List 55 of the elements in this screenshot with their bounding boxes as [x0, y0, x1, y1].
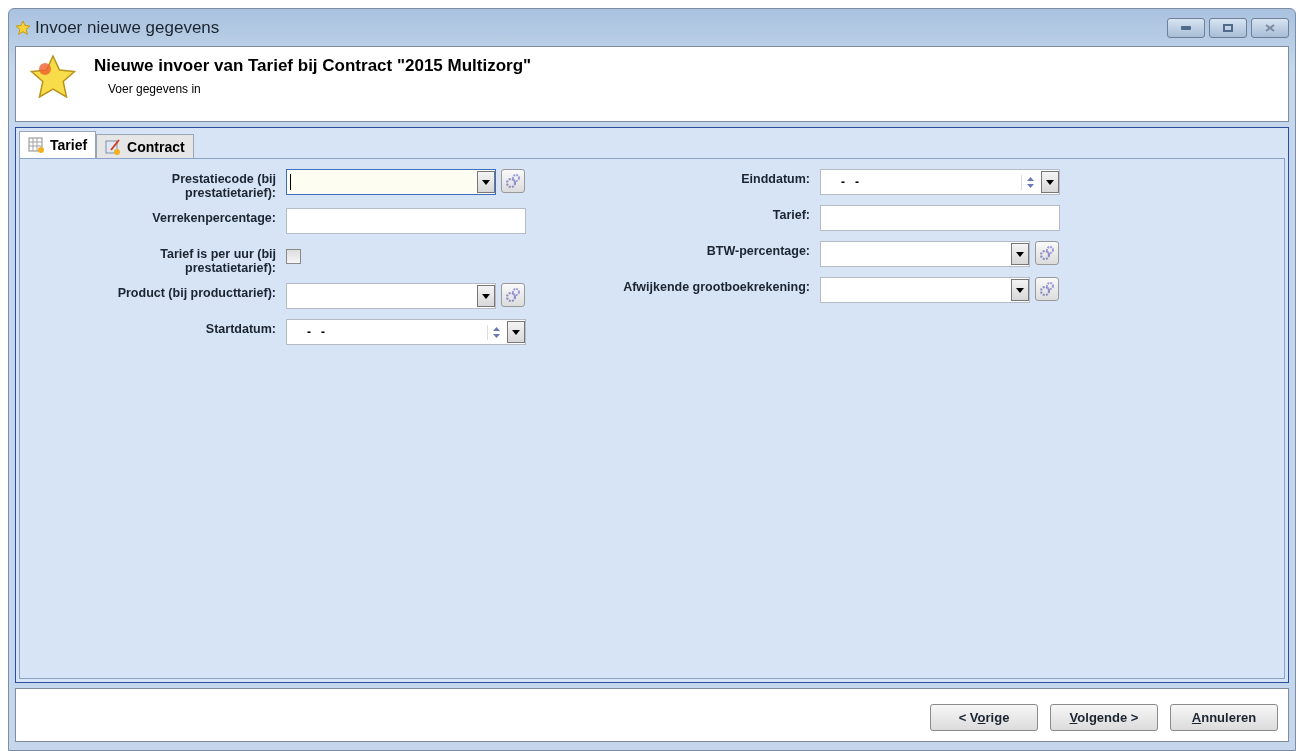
- minimize-button[interactable]: [1167, 17, 1205, 38]
- document-pen-icon: [105, 138, 122, 155]
- gears-icon: [1039, 245, 1055, 261]
- dropdown-field[interactable]: [820, 241, 1030, 267]
- field-label: Prestatiecode (bij prestatietarief):: [170, 171, 276, 200]
- maximize-button[interactable]: [1209, 17, 1247, 38]
- settings-button[interactable]: [1035, 241, 1059, 265]
- input-field[interactable]: [286, 208, 526, 234]
- field-label: Tarief is per uur (bij prestatietarief):: [159, 246, 276, 275]
- dropdown-arrow-icon: [482, 293, 490, 299]
- dropdown-arrow-icon: [1046, 179, 1054, 185]
- field-label: Einddatum:: [740, 171, 810, 186]
- up-arrow-icon: [1027, 176, 1034, 181]
- checkbox[interactable]: [286, 249, 301, 264]
- gears-icon: [505, 173, 521, 189]
- field-label: Afwijkende grootboekrekening:: [622, 279, 810, 294]
- dropdown-arrow-icon: [512, 329, 520, 335]
- field-label: BTW-percentage:: [705, 243, 810, 258]
- field-label: Verrekenpercentage:: [151, 210, 276, 225]
- close-icon: [1265, 23, 1275, 32]
- dropdown-field[interactable]: [286, 283, 496, 309]
- header-title: Nieuwe invoer van Tarief bij Contract "2015 Multizorg": [94, 56, 532, 76]
- dropdown-field[interactable]: [286, 169, 496, 195]
- grid-icon: [28, 137, 44, 153]
- input-field[interactable]: [820, 205, 1060, 231]
- close-button[interactable]: [1251, 17, 1289, 38]
- settings-button[interactable]: [501, 169, 525, 193]
- settings-button[interactable]: [501, 283, 525, 307]
- star-icon: [15, 19, 31, 36]
- field-label: Product (bij producttarief):: [116, 285, 276, 300]
- field-label: Tarief:: [771, 207, 810, 222]
- gears-icon: [505, 287, 521, 303]
- header-subtitle: Voer gegevens in: [108, 82, 202, 96]
- settings-button[interactable]: [1035, 277, 1059, 301]
- down-arrow-icon: [1027, 183, 1034, 188]
- dialog-button[interactable]: Annuleren: [1170, 703, 1278, 731]
- dropdown-button[interactable]: [507, 321, 525, 343]
- dialog-button[interactable]: Volgende >: [1050, 703, 1158, 731]
- window-title: Invoer nieuwe gegevens: [35, 17, 220, 38]
- gears-icon: [1039, 281, 1055, 297]
- tab[interactable]: Contract: [96, 134, 194, 158]
- dropdown-arrow-icon: [482, 179, 490, 185]
- dropdown-button[interactable]: [1041, 171, 1059, 193]
- field-label: Startdatum:: [204, 321, 276, 336]
- date-field[interactable]: - -: [287, 325, 325, 339]
- up-arrow-icon: [493, 326, 500, 331]
- down-arrow-icon: [493, 333, 500, 338]
- dropdown-field[interactable]: [820, 277, 1030, 303]
- maximize-icon: [1223, 23, 1233, 32]
- date-field[interactable]: - -: [821, 175, 859, 189]
- dropdown-arrow-icon: [1016, 287, 1024, 293]
- dialog-button[interactable]: < Vorige: [930, 703, 1038, 731]
- dropdown-arrow-icon: [1016, 251, 1024, 257]
- tab[interactable]: Tarief: [19, 131, 97, 158]
- minimize-icon: [1181, 25, 1191, 30]
